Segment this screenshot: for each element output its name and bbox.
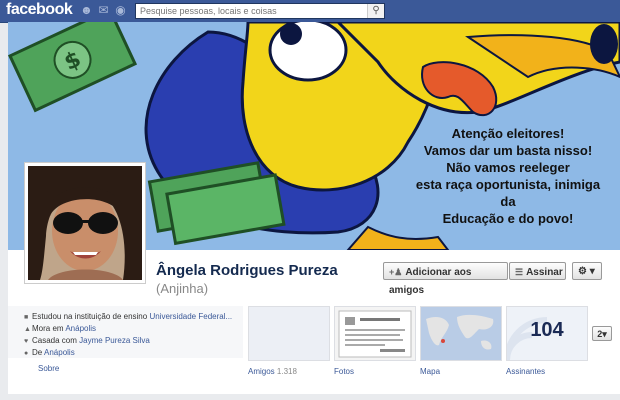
friend-requests-icon[interactable]: ☻ — [80, 4, 93, 17]
hometown-prefix: De — [32, 348, 43, 357]
subscribers-count: 104 — [530, 319, 564, 341]
search-input[interactable] — [136, 4, 365, 18]
top-navigation-bar: facebook ☻ ✉ ◉ ⚲ — [0, 0, 620, 23]
photos-tile[interactable] — [334, 306, 416, 361]
profile-name: Ângela Rodrigues Pureza — [156, 262, 338, 279]
cover-text-line: esta raça oportunista, inimiga — [415, 177, 601, 192]
education-info: ■ Estudou na instituição de ensino Univer… — [24, 312, 232, 321]
settings-menu-button[interactable]: ⚙ ▾ — [572, 262, 602, 280]
residence-prefix: Mora em — [32, 324, 64, 333]
subscribe-icon: ☰ — [515, 267, 524, 277]
cover-text-line: Vamos dar um basta nisso! — [423, 143, 593, 158]
search-button[interactable]: ⚲ — [367, 4, 384, 18]
hometown-info: ● De Anápolis — [24, 348, 75, 357]
heart-icon: ♥ — [24, 338, 29, 345]
subscribe-button[interactable]: ☰ Assinar — [509, 262, 566, 280]
map-tile-label[interactable]: Mapa — [420, 367, 440, 376]
notifications-globe-icon[interactable]: ◉ — [114, 4, 127, 17]
chevron-down-icon: ▾ — [589, 266, 595, 277]
residence-link[interactable]: Anápolis — [65, 324, 96, 333]
relationship-info: ♥ Casada com Jayme Pureza Silva — [24, 336, 150, 345]
location-pin-icon: ● — [24, 350, 29, 357]
education-link[interactable]: Universidade Federal... — [149, 312, 232, 321]
subscribe-label: Assinar — [526, 267, 563, 278]
document-photo-thumbnail — [338, 310, 412, 358]
search-box: ⚲ — [135, 3, 385, 19]
timeline-divider — [8, 394, 620, 400]
friends-tile-label[interactable]: Amigos 1.318 — [248, 367, 297, 376]
add-friend-button[interactable]: +♟ Adicionar aos amigos — [383, 262, 508, 296]
world-map-thumbnail — [421, 307, 501, 360]
gear-icon: ⚙ — [578, 266, 587, 277]
profile-info-panel: ■ Estudou na instituição de ensino Univer… — [8, 306, 243, 358]
search-icon: ⚲ — [372, 5, 380, 16]
profile-picture[interactable] — [24, 162, 146, 284]
facebook-logo[interactable]: facebook — [6, 1, 73, 19]
friends-count: 1.318 — [276, 367, 297, 376]
subscribers-tile-label[interactable]: Assinantes — [506, 367, 545, 376]
relationship-prefix: Casada com — [32, 336, 77, 345]
residence-info: ▲Mora em Anápolis — [24, 324, 96, 333]
cover-text-line: Não vamos reeleger — [446, 160, 570, 175]
cover-text-line: Atenção eleitores! — [451, 126, 565, 141]
friends-label: Amigos — [248, 367, 275, 376]
hometown-link[interactable]: Anápolis — [44, 348, 75, 357]
messages-icon[interactable]: ✉ — [97, 4, 110, 17]
profile-nickname: (Anjinha) — [156, 281, 209, 296]
profile-page: $ Atenção eleitores! Vamos dar um basta … — [8, 22, 620, 400]
cover-text-line: da — [500, 194, 516, 209]
photos-tile-label[interactable]: Fotos — [334, 367, 354, 376]
cover-protest-text: Atenção eleitores! Vamos dar um basta ni… — [403, 125, 613, 227]
subscribers-tile[interactable]: 104 — [506, 306, 588, 361]
map-tile[interactable] — [420, 306, 502, 361]
home-icon: ▲ — [24, 326, 31, 333]
chevron-down-icon: ▾ — [602, 329, 607, 339]
friends-tile[interactable] — [248, 306, 330, 361]
more-sections-button[interactable]: 2▾ — [592, 326, 612, 341]
add-friend-icon: +♟ — [389, 267, 403, 277]
spouse-link[interactable]: Jayme Pureza Silva — [79, 336, 150, 345]
about-link[interactable]: Sobre — [38, 364, 59, 373]
education-prefix: Estudou na instituição de ensino — [32, 312, 148, 321]
education-icon: ■ — [24, 314, 29, 321]
profile-photo-woman-sunglasses — [28, 166, 142, 280]
cover-text-line: Educação e do povo! — [442, 211, 574, 226]
